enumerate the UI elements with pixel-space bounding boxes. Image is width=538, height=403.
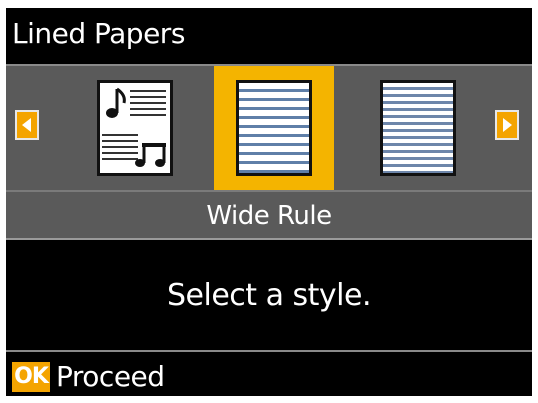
instruction-message: Select a style. (167, 278, 371, 313)
ok-action-label: Proceed (56, 360, 165, 393)
selected-style-name: Wide Rule (206, 201, 332, 231)
paper-style-carousel (6, 66, 532, 190)
footer-divider (6, 350, 532, 352)
left-arrow-icon (22, 118, 31, 132)
printer-lcd-screen: Lined Papers Wide Rule Select a style. O… (6, 8, 532, 396)
right-arrow-icon (503, 118, 512, 132)
ok-button[interactable]: OK (12, 362, 50, 392)
paper-option-narrow-rule[interactable] (358, 66, 478, 190)
paper-option-music-sheet[interactable] (75, 66, 195, 190)
screen-title: Lined Papers (12, 17, 185, 50)
narrow-ruled-paper-icon (380, 80, 456, 176)
title-bar: Lined Papers (6, 8, 532, 66)
music-staff-paper-icon (97, 80, 173, 176)
paper-option-wide-rule[interactable] (214, 66, 334, 190)
carousel-right-arrow-button[interactable] (495, 110, 519, 140)
carousel-left-arrow-button[interactable] (15, 110, 39, 140)
selected-style-bar: Wide Rule (6, 190, 532, 240)
wide-ruled-paper-icon (236, 80, 312, 176)
